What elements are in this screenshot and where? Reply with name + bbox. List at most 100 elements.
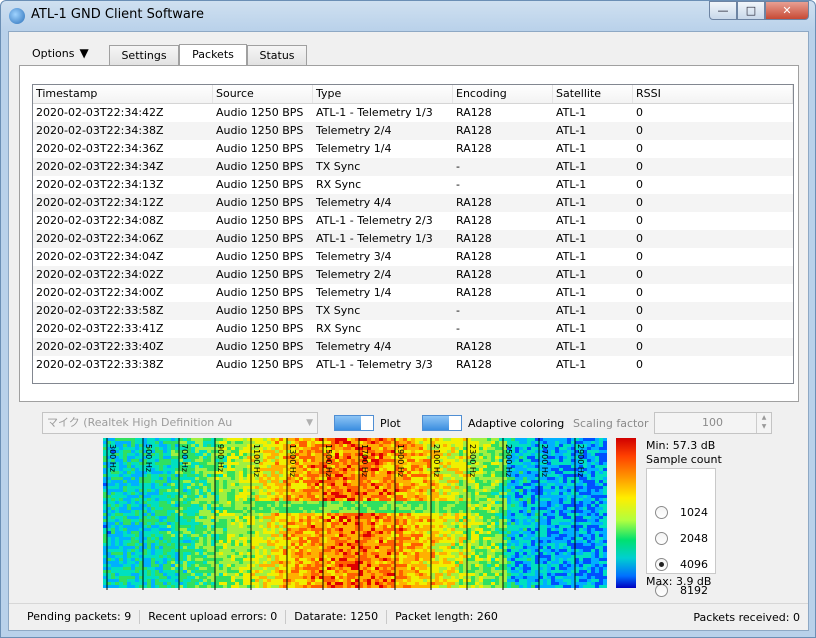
table-cell: RA128 <box>456 286 492 299</box>
table-cell: RA128 <box>456 142 492 155</box>
table-cell: - <box>456 160 460 173</box>
audio-device-value: マイク (Realtek High Definition Au <box>47 416 233 429</box>
packets-received-status: Packets received: 0 <box>693 611 800 624</box>
column-header-encoding[interactable]: Encoding <box>453 85 553 103</box>
close-button[interactable]: ✕ <box>765 1 809 20</box>
table-cell: RA128 <box>456 250 492 263</box>
table-cell: 0 <box>636 196 643 209</box>
min-db-label: Min: 57.3 dB <box>646 439 716 452</box>
audio-device-select[interactable]: マイク (Realtek High Definition Au ▼ <box>42 412 318 434</box>
table-cell: RA128 <box>456 106 492 119</box>
maximize-button[interactable]: □ <box>737 1 765 20</box>
table-cell: 0 <box>636 250 643 263</box>
table-row[interactable]: 2020-02-03T22:34:38Z Audio 1250 BPS Teleme… <box>33 122 793 140</box>
table-cell: 2020-02-03T22:34:06Z <box>36 232 164 245</box>
minimize-button[interactable]: — <box>709 1 737 20</box>
table-cell: RA128 <box>456 268 492 281</box>
table-row[interactable]: 2020-02-03T22:34:42Z Audio 1250 BPS ATL-1 … <box>33 104 793 122</box>
column-header-rssi[interactable]: RSSI <box>633 85 793 103</box>
frequency-marker-label: 1300 Hz <box>288 444 297 477</box>
sample-2048-radio[interactable]: 2048 <box>655 531 715 547</box>
table-row[interactable]: 2020-02-03T22:34:12Z Audio 1250 BPS Teleme… <box>33 194 793 212</box>
frequency-marker-label: 700 Hz <box>180 444 189 472</box>
table-row[interactable]: 2020-02-03T22:33:58Z Audio 1250 BPS TX Syn… <box>33 302 793 320</box>
table-cell: Audio 1250 BPS <box>216 106 304 119</box>
color-scale-bar <box>616 438 636 588</box>
table-cell: Audio 1250 BPS <box>216 178 304 191</box>
sample-1024-radio[interactable]: 1024 <box>655 505 715 521</box>
column-header-type[interactable]: Type <box>313 85 453 103</box>
toggle-fill <box>335 416 361 430</box>
table-cell: ATL-1 <box>556 214 587 227</box>
frequency-marker-label: 900 Hz <box>216 444 225 472</box>
table-row[interactable]: 2020-02-03T22:34:08Z Audio 1250 BPS ATL-1 … <box>33 212 793 230</box>
tab-settings[interactable]: Settings <box>109 45 179 65</box>
table-cell: ATL-1 <box>556 322 587 335</box>
table-cell: 2020-02-03T22:34:13Z <box>36 178 164 191</box>
table-cell: Telemetry 1/4 <box>316 142 392 155</box>
table-cell: Telemetry 4/4 <box>316 340 392 353</box>
table-row[interactable]: 2020-02-03T22:34:00Z Audio 1250 BPS Teleme… <box>33 284 793 302</box>
datarate-status: Datarate: 1250 <box>286 610 388 624</box>
spectrogram-canvas: 300 Hz 500 Hz 700 Hz 900 Hz 1100 Hz 1300 Hz 15… <box>103 438 607 590</box>
options-menu[interactable]: Options ▼ <box>32 46 89 60</box>
status-bar: Pending packets: 9 Recent upload errors:… <box>9 603 808 630</box>
table-body: 2020-02-03T22:34:42Z Audio 1250 BPS ATL-1 … <box>33 104 793 374</box>
table-cell: RA128 <box>456 214 492 227</box>
table-cell: Audio 1250 BPS <box>216 232 304 245</box>
column-header-timestamp[interactable]: Timestamp <box>33 85 213 103</box>
column-header-satellite[interactable]: Satellite <box>553 85 633 103</box>
radio-dot-icon <box>655 506 668 519</box>
table-cell: 2020-02-03T22:34:36Z <box>36 142 164 155</box>
table-cell: RA128 <box>456 340 492 353</box>
table-row[interactable]: 2020-02-03T22:34:36Z Audio 1250 BPS Teleme… <box>33 140 793 158</box>
radio-dot-icon <box>655 558 668 571</box>
table-cell: ATL-1 - Telemetry 2/3 <box>316 214 433 227</box>
sample-4096-radio[interactable]: 4096 <box>655 557 715 573</box>
table-row[interactable]: 2020-02-03T22:34:06Z Audio 1250 BPS ATL-1 … <box>33 230 793 248</box>
table-cell: 2020-02-03T22:34:12Z <box>36 196 164 209</box>
table-cell: RX Sync <box>316 322 362 335</box>
chevron-down-icon: ▼ <box>306 418 313 428</box>
spinner-icon[interactable]: ▲ ▼ <box>756 413 771 433</box>
title-bar[interactable]: ATL-1 GND Client Software — □ ✕ <box>1 1 815 31</box>
table-cell: RA128 <box>456 124 492 137</box>
sample-option-label: 4096 <box>680 558 708 571</box>
table-cell: Audio 1250 BPS <box>216 196 304 209</box>
table-row[interactable]: 2020-02-03T22:34:34Z Audio 1250 BPS TX Syn… <box>33 158 793 176</box>
table-row[interactable]: 2020-02-03T22:33:41Z Audio 1250 BPS RX Syn… <box>33 320 793 338</box>
table-row[interactable]: 2020-02-03T22:34:13Z Audio 1250 BPS RX Syn… <box>33 176 793 194</box>
app-icon <box>9 8 25 24</box>
table-row[interactable]: 2020-02-03T22:33:38Z Audio 1250 BPS ATL-1 … <box>33 356 793 374</box>
table-cell: 2020-02-03T22:34:08Z <box>36 214 164 227</box>
table-cell: RA128 <box>456 196 492 209</box>
table-cell: 2020-02-03T22:33:41Z <box>36 322 164 335</box>
table-cell: Audio 1250 BPS <box>216 250 304 263</box>
table-cell: RA128 <box>456 358 492 371</box>
table-cell: 0 <box>636 214 643 227</box>
table-cell: - <box>456 178 460 191</box>
upload-errors-status: Recent upload errors: 0 <box>140 610 287 624</box>
table-cell: 2020-02-03T22:34:02Z <box>36 268 164 281</box>
pending-packets-status: Pending packets: 9 <box>19 610 141 624</box>
tab-status[interactable]: Status <box>247 45 307 65</box>
table-cell: ATL-1 <box>556 358 587 371</box>
table-cell: Telemetry 1/4 <box>316 286 392 299</box>
adaptive-coloring-toggle[interactable] <box>422 415 462 431</box>
tab-packets[interactable]: Packets <box>179 44 247 65</box>
scaling-factor-value: 100 <box>702 416 723 429</box>
packets-table[interactable]: Timestamp Source Type Encoding Satellite… <box>32 84 794 384</box>
table-cell: ATL-1 <box>556 250 587 263</box>
scaling-factor-input[interactable]: 100 ▲ ▼ <box>654 412 772 434</box>
frequency-marker-label: 1500 Hz <box>324 444 333 477</box>
client-area: Options ▼ Settings Packets Status Timesta… <box>8 31 809 631</box>
table-row[interactable]: 2020-02-03T22:33:40Z Audio 1250 BPS Teleme… <box>33 338 793 356</box>
table-cell: ATL-1 <box>556 106 587 119</box>
table-row[interactable]: 2020-02-03T22:34:02Z Audio 1250 BPS Teleme… <box>33 266 793 284</box>
table-cell: 2020-02-03T22:34:38Z <box>36 124 164 137</box>
plot-label: Plot <box>380 417 401 430</box>
column-header-source[interactable]: Source <box>213 85 313 103</box>
plot-toggle[interactable] <box>334 415 374 431</box>
table-row[interactable]: 2020-02-03T22:34:04Z Audio 1250 BPS Teleme… <box>33 248 793 266</box>
table-cell: 0 <box>636 358 643 371</box>
